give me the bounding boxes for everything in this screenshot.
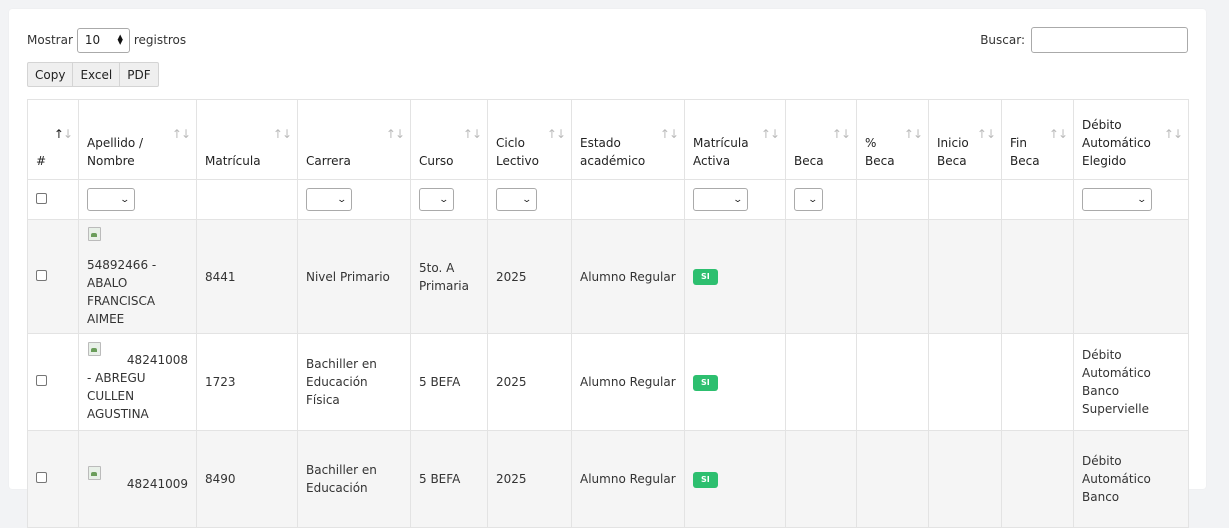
broken-image-icon xyxy=(87,341,103,357)
sort-arrows-icon: ↑↓ xyxy=(462,127,482,141)
chevron-down-icon: ⌄ xyxy=(438,194,450,205)
excel-button[interactable]: Excel xyxy=(73,62,121,87)
carrera-cell: Nivel Primario xyxy=(297,219,411,334)
length-control: Mostrar 10 ▲ ▼ registros xyxy=(27,27,186,53)
search-control: Buscar: xyxy=(980,27,1188,53)
sort-arrows-icon: ↑↓ xyxy=(1048,127,1068,141)
pdf-button[interactable]: PDF xyxy=(120,62,159,87)
carrera-cell: Bachiller en Educación Física xyxy=(297,333,411,431)
carrera-cell: Bachiller en Educación xyxy=(297,430,411,528)
estado-cell: Alumno Regular xyxy=(571,430,685,528)
student-cell: 48241009 xyxy=(78,430,197,528)
col-header-number[interactable]: ↑↓ # xyxy=(27,99,79,180)
chevron-down-icon: ⌄ xyxy=(1136,194,1148,205)
filter-curso-select[interactable]: ⌄ xyxy=(419,188,454,211)
col-header-fin-beca[interactable]: ↑↓ Fin Beca xyxy=(1001,99,1074,180)
row-checkbox[interactable] xyxy=(36,269,47,281)
page-length-value: 10 xyxy=(84,33,101,47)
status-badge: SI xyxy=(693,471,718,488)
broken-image-icon xyxy=(87,226,103,242)
updown-icon: ▲ ▼ xyxy=(117,33,123,46)
show-label: Mostrar xyxy=(27,33,73,47)
col-header-debito-automatico[interactable]: ↑↓ Débito Automático Elegido xyxy=(1073,99,1189,180)
chevron-down-icon: ⌄ xyxy=(807,194,819,205)
student-cell: 48241008 - ABREGU CULLEN AGUSTINA xyxy=(78,333,197,431)
search-input[interactable] xyxy=(1031,27,1188,53)
chevron-down-icon: ⌄ xyxy=(732,194,744,205)
sort-arrows-icon: ↑↓ xyxy=(831,127,851,141)
filter-carrera-select[interactable]: ⌄ xyxy=(306,188,352,211)
sort-arrows-icon: ↑↓ xyxy=(53,127,73,141)
curso-cell: 5 BEFA xyxy=(410,430,488,528)
filter-activa-select[interactable]: ⌄ xyxy=(693,188,748,211)
student-cell: 54892466 - ABALO FRANCISCA AIMEE xyxy=(78,219,197,334)
sort-arrows-icon: ↑↓ xyxy=(1163,127,1183,141)
filter-ciclo-select[interactable]: ⌄ xyxy=(496,188,537,211)
filter-row: ⌄ ⌄ ⌄ ⌄ ⌄ ⌄ ⌄ xyxy=(27,179,1189,220)
sort-arrows-icon: ↑↓ xyxy=(976,127,996,141)
chevron-down-icon: ⌄ xyxy=(336,194,348,205)
panel-card: Mostrar 10 ▲ ▼ registros Buscar: Copy Exc… xyxy=(9,9,1206,528)
col-header-carrera[interactable]: ↑↓ Carrera xyxy=(297,99,411,180)
table-row[interactable]: 48241009 8490 Bachiller en Educación 5 B… xyxy=(27,430,1189,528)
copy-button[interactable]: Copy xyxy=(27,62,74,87)
estado-cell: Alumno Regular xyxy=(571,219,685,334)
status-badge: SI xyxy=(693,374,718,391)
filter-debito-select[interactable]: ⌄ xyxy=(1082,188,1152,211)
matricula-cell: 1723 xyxy=(196,333,298,431)
curso-cell: 5 BEFA xyxy=(410,333,488,431)
sort-arrows-icon: ↑↓ xyxy=(385,127,405,141)
matricula-cell: 8441 xyxy=(196,219,298,334)
students-table: ↑↓ # ↑↓ Apellido / Nombre ↑↓ Matrícula ↑… xyxy=(27,99,1189,528)
export-buttons: Copy Excel PDF xyxy=(27,62,159,87)
debito-cell: Débito Automático Banco xyxy=(1073,430,1189,528)
sort-arrows-icon: ↑↓ xyxy=(272,127,292,141)
select-all-checkbox[interactable] xyxy=(36,192,47,204)
debito-cell: Débito Automático Banco Supervielle xyxy=(1073,333,1189,431)
filter-select-all xyxy=(27,179,79,220)
table-controls: Mostrar 10 ▲ ▼ registros Buscar: xyxy=(27,27,1188,55)
records-label: registros xyxy=(133,33,187,47)
debito-cell xyxy=(1073,219,1189,334)
activa-cell: SI xyxy=(684,333,786,431)
col-header-apellido-nombre[interactable]: ↑↓ Apellido / Nombre xyxy=(78,99,197,180)
sort-arrows-icon: ↑↓ xyxy=(659,127,679,141)
ciclo-cell: 2025 xyxy=(487,333,572,431)
curso-cell: 5to. A Primaria xyxy=(410,219,488,334)
activa-cell: SI xyxy=(684,430,786,528)
matricula-cell: 8490 xyxy=(196,430,298,528)
col-header-estado-academico[interactable]: ↑↓ Estado académico xyxy=(571,99,685,180)
table-row[interactable]: 48241008 - ABREGU CULLEN AGUSTINA 1723 B… xyxy=(27,333,1189,431)
search-label: Buscar: xyxy=(980,33,1025,47)
row-checkbox[interactable] xyxy=(36,472,47,483)
sort-arrows-icon: ↑↓ xyxy=(546,127,566,141)
page-length-select[interactable]: 10 ▲ ▼ xyxy=(76,27,130,53)
activa-cell: SI xyxy=(684,219,786,334)
sort-arrows-icon: ↑↓ xyxy=(760,127,780,141)
col-header-ciclo-lectivo[interactable]: ↑↓ Ciclo Lectivo xyxy=(487,99,572,180)
col-header-curso[interactable]: ↑↓ Curso xyxy=(410,99,488,180)
filter-beca-select[interactable]: ⌄ xyxy=(794,188,823,211)
sort-arrows-icon: ↑↓ xyxy=(903,127,923,141)
col-header-beca[interactable]: ↑↓ Beca xyxy=(785,99,857,180)
row-checkbox[interactable] xyxy=(36,375,47,386)
chevron-down-icon: ⌄ xyxy=(119,194,131,205)
broken-image-icon xyxy=(87,465,103,481)
header-row: ↑↓ # ↑↓ Apellido / Nombre ↑↓ Matrícula ↑… xyxy=(27,99,1189,180)
status-badge: SI xyxy=(693,269,718,285)
col-header-matricula-activa[interactable]: ↑↓ Matrícula Activa xyxy=(684,99,786,180)
ciclo-cell: 2025 xyxy=(487,219,572,334)
sort-arrows-icon: ↑↓ xyxy=(171,127,191,141)
table-row[interactable]: 54892466 - ABALO FRANCISCA AIMEE 8441 Ni… xyxy=(27,219,1189,334)
ciclo-cell: 2025 xyxy=(487,430,572,528)
col-header-matricula[interactable]: ↑↓ Matrícula xyxy=(196,99,298,180)
filter-apellido-select[interactable]: ⌄ xyxy=(87,188,135,211)
estado-cell: Alumno Regular xyxy=(571,333,685,431)
col-header-porcentaje-beca[interactable]: ↑↓ % Beca xyxy=(856,99,929,180)
col-header-inicio-beca[interactable]: ↑↓ Inicio Beca xyxy=(928,99,1002,180)
chevron-down-icon: ⌄ xyxy=(521,194,533,205)
